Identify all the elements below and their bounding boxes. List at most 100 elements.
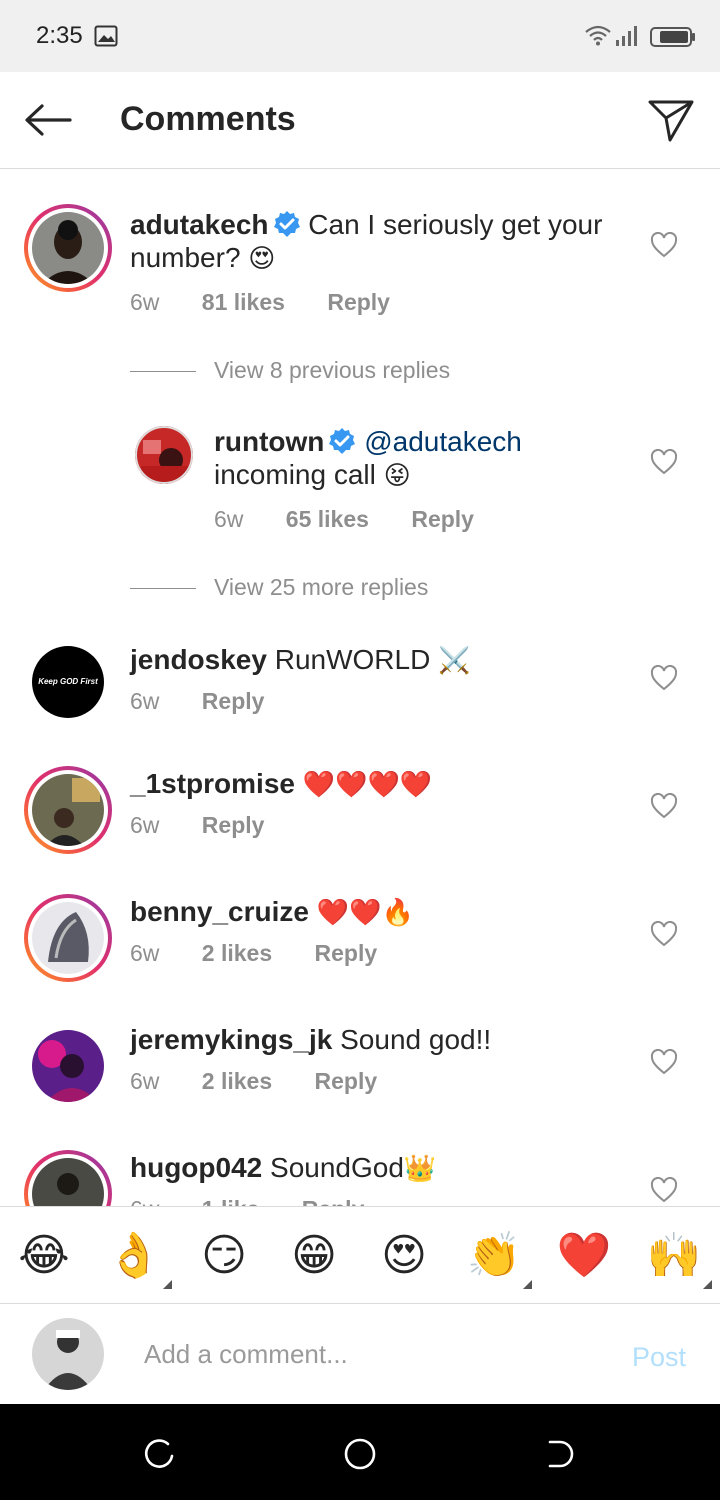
avatar[interactable] [135, 426, 193, 484]
emoji-clap: 👏 [466, 1230, 522, 1281]
view-more-replies[interactable]: View 25 more replies [130, 574, 428, 601]
comment-username[interactable]: jendoskey [130, 644, 267, 675]
comment-emoji: ❤️❤️❤️❤️ [302, 770, 433, 800]
battery-icon [650, 27, 695, 47]
reply-button[interactable]: Reply [302, 1196, 365, 1206]
comment-time: 6w [130, 812, 160, 838]
like-heart-icon[interactable] [650, 1049, 678, 1075]
emoji-smirk-button[interactable]: 😏 [194, 1229, 254, 1283]
avatar[interactable] [24, 204, 112, 292]
skin-tone-indicator [163, 1280, 172, 1289]
comment-input[interactable] [144, 1334, 594, 1374]
comment-body: SoundGod [270, 1152, 404, 1183]
comment-meta: 6w 81 likes Reply [130, 289, 426, 316]
view-replies-label[interactable]: View 25 more replies [214, 574, 428, 600]
comment-text: hugop042 SoundGod👑 [130, 1151, 630, 1186]
comment-likes[interactable]: 1 like [202, 1196, 260, 1206]
comment-time: 6w [130, 940, 160, 966]
like-heart-icon[interactable] [650, 449, 678, 475]
avatar[interactable] [32, 1030, 104, 1102]
comment-text: adutakech Can I seriously get your numbe… [130, 208, 620, 276]
comment-body: RunWORLD [274, 644, 431, 675]
reply-button[interactable]: Reply [202, 812, 265, 838]
comment-meta: 6w 2 likes Reply [130, 1068, 413, 1095]
like-heart-icon[interactable] [650, 793, 678, 819]
comment-username[interactable]: adutakech [130, 209, 269, 240]
comment-emoji: 😝 [383, 461, 411, 491]
emoji-clap-button[interactable]: 👏 [464, 1229, 532, 1289]
avatar[interactable]: Keep GOD First [32, 646, 104, 718]
comment-likes[interactable]: 2 likes [202, 940, 272, 966]
comment-time: 6w [130, 1068, 160, 1094]
comment-likes[interactable]: 65 likes [286, 506, 369, 532]
post-button[interactable]: Post [632, 1342, 686, 1373]
comment-meta: 6w Reply [130, 688, 300, 715]
verified-badge-icon [273, 211, 300, 237]
comment-emoji: ⚔️ [438, 646, 471, 676]
skin-tone-indicator [703, 1280, 712, 1289]
reply-text: runtown @adutakech incoming call 😝 [214, 425, 624, 493]
comment-username[interactable]: hugop042 [130, 1152, 262, 1183]
comment-body: Sound god!! [340, 1024, 492, 1055]
avatar[interactable] [24, 894, 112, 982]
avatar[interactable] [24, 766, 112, 854]
page-title: Comments [120, 100, 296, 138]
comment-composer: Post [0, 1304, 720, 1404]
comment-username[interactable]: jeremykings_jk [130, 1024, 332, 1055]
comment-emoji: 👑 [403, 1154, 437, 1184]
like-heart-icon[interactable] [650, 232, 678, 258]
comment-text: jendoskey RunWORLD ⚔️ [130, 643, 630, 678]
like-heart-icon[interactable] [650, 665, 678, 691]
emoji-grin-button[interactable]: 😁 [284, 1229, 344, 1283]
emoji-raised-hands-button[interactable]: 🙌 [644, 1229, 712, 1289]
current-user-avatar [32, 1318, 104, 1390]
avatar-text: Keep GOD First [38, 677, 98, 686]
reply-button[interactable]: Reply [315, 940, 378, 966]
view-replies-label[interactable]: View 8 previous replies [214, 357, 450, 383]
status-bar: 2:35 [0, 0, 720, 72]
app-header: Comments [0, 72, 720, 169]
comment-list[interactable]: adutakech Can I seriously get your numbe… [0, 170, 720, 1206]
reply-button[interactable]: Reply [327, 289, 390, 315]
replies-divider [130, 371, 196, 373]
gallery-notification-icon [94, 25, 118, 47]
direct-send-icon[interactable] [646, 96, 696, 144]
emoji-ok-hand-button[interactable]: 👌 [104, 1229, 172, 1289]
comment-text: jeremykings_jk Sound god!! [130, 1023, 630, 1056]
comment-username[interactable]: runtown [214, 426, 324, 457]
recent-apps-icon[interactable] [142, 1436, 178, 1472]
mention-link[interactable]: @adutakech [364, 426, 522, 457]
avatar[interactable] [24, 1150, 112, 1206]
comment-emoji: 😍 [248, 244, 276, 274]
comment-text: benny_cruize ❤️❤️🔥 [130, 895, 630, 930]
back-arrow-icon[interactable] [22, 100, 74, 140]
status-time: 2:35 [36, 22, 83, 49]
system-nav-bar [0, 1404, 720, 1500]
emoji-quick-bar: 😂 👌 😏 😁 😍 👏 ❤️ 🙌 [0, 1206, 720, 1304]
reply-button[interactable]: Reply [411, 506, 474, 532]
emoji-heart-eyes-button[interactable]: 😍 [374, 1229, 434, 1283]
view-previous-replies[interactable]: View 8 previous replies [130, 357, 450, 384]
comment-time: 6w [214, 506, 244, 532]
like-heart-icon[interactable] [650, 921, 678, 947]
comment-meta: 6w 1 like Reply [130, 1196, 400, 1206]
wifi-icon [585, 25, 611, 46]
comment-likes[interactable]: 81 likes [202, 289, 285, 315]
home-icon[interactable] [342, 1436, 378, 1472]
emoji-ok-hand: 👌 [106, 1230, 162, 1281]
skin-tone-indicator [523, 1280, 532, 1289]
comment-username[interactable]: benny_cruize [130, 896, 309, 927]
comment-time: 6w [130, 1196, 159, 1206]
verified-badge-icon [329, 428, 356, 454]
emoji-heart-button[interactable]: ❤️ [554, 1229, 614, 1283]
reply-button[interactable]: Reply [202, 688, 265, 714]
comment-meta: 6w 2 likes Reply [130, 940, 413, 967]
reply-button[interactable]: Reply [315, 1068, 378, 1094]
comment-likes[interactable]: 2 likes [202, 1068, 272, 1094]
emoji-raised-hands: 🙌 [646, 1230, 702, 1281]
like-heart-icon[interactable] [650, 1177, 678, 1203]
replies-divider [130, 588, 196, 590]
back-nav-icon[interactable] [542, 1436, 578, 1472]
emoji-joy-button[interactable]: 😂 [14, 1229, 74, 1283]
comment-username[interactable]: _1stpromise [130, 768, 295, 799]
